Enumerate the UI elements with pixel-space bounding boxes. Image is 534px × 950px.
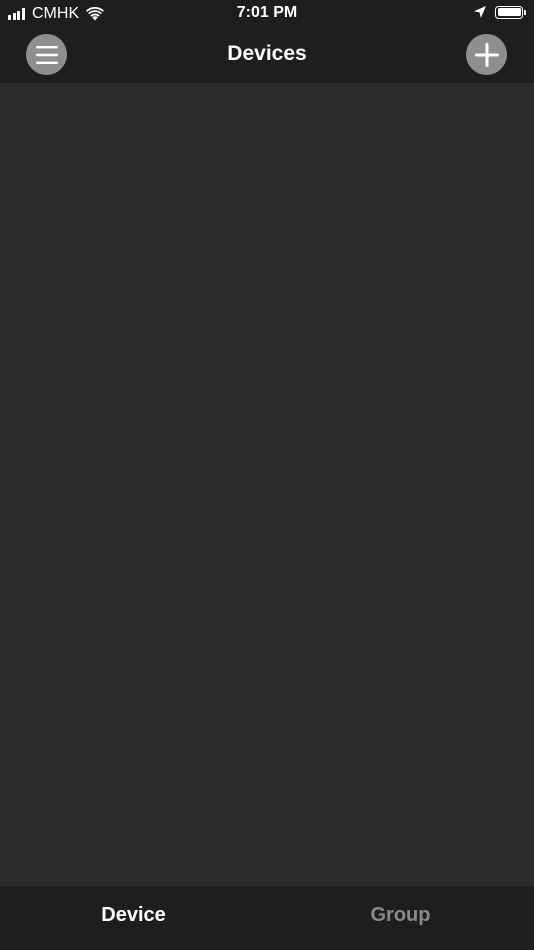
location-icon <box>474 6 486 18</box>
device-list <box>0 83 534 886</box>
top-bar: CMHK 7:01 PM Devices <box>0 0 534 83</box>
tab-device[interactable]: Device <box>0 886 267 950</box>
tab-group[interactable]: Group <box>267 886 534 950</box>
add-device-button[interactable] <box>466 34 507 75</box>
devices-screen: CMHK 7:01 PM Devices Device Group <box>0 0 534 950</box>
status-bar: CMHK 7:01 PM <box>0 0 534 28</box>
status-time: 7:01 PM <box>236 4 298 21</box>
page-title: Devices <box>227 42 307 65</box>
status-right <box>473 5 526 19</box>
tab-bar: Device Group <box>0 886 534 950</box>
plus-icon <box>474 42 499 67</box>
battery-nub <box>524 9 526 15</box>
battery-icon <box>495 5 523 19</box>
